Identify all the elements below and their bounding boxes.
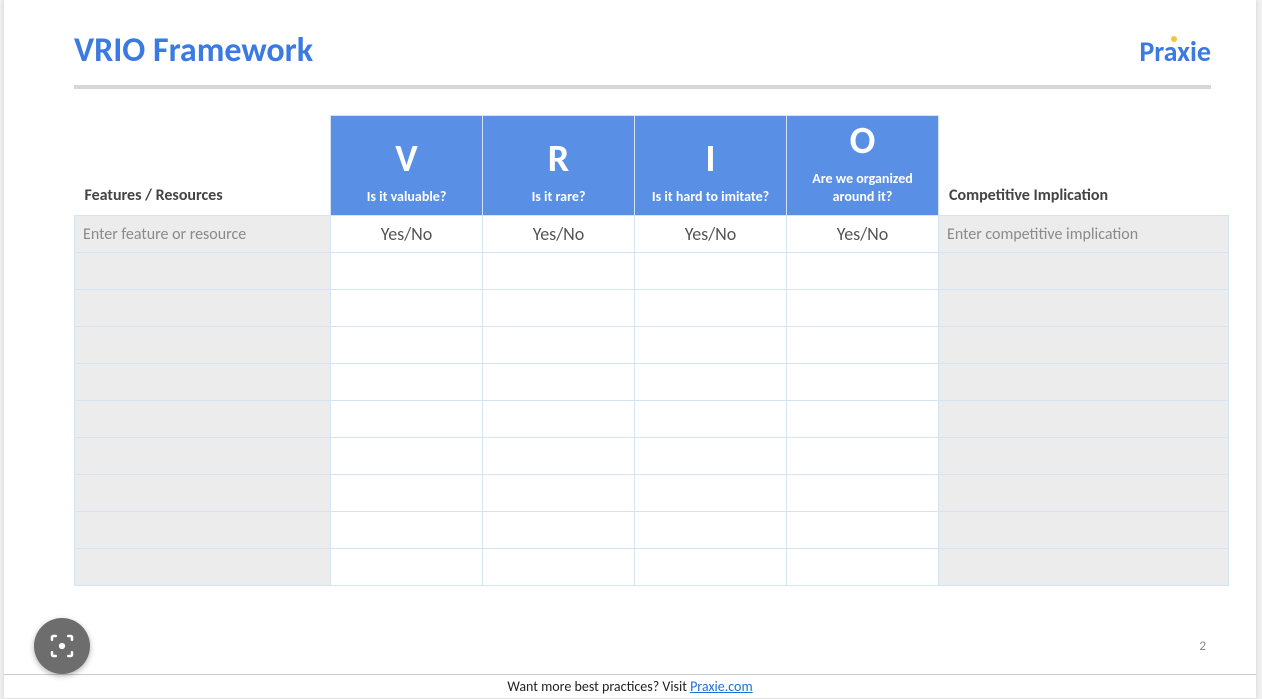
implication-input[interactable] [939, 401, 1229, 438]
i-input[interactable] [635, 549, 787, 586]
o-input[interactable] [787, 401, 939, 438]
brand-dot-icon [1171, 36, 1177, 42]
o-input[interactable] [787, 438, 939, 475]
implication-input[interactable] [939, 475, 1229, 512]
o-question: Are we organized around it? [797, 170, 928, 205]
header-implication: Competitive Implication [939, 116, 1229, 216]
r-input[interactable] [483, 438, 635, 475]
footer-bar: Want more best practices? Visit Praxie.c… [4, 674, 1256, 698]
header-i: I Is it hard to imitate? [635, 116, 787, 216]
title-divider [74, 85, 1211, 89]
r-input[interactable] [483, 253, 635, 290]
o-input[interactable] [787, 253, 939, 290]
o-input[interactable]: Yes/No [787, 216, 939, 253]
feature-input[interactable] [75, 253, 331, 290]
o-input[interactable] [787, 549, 939, 586]
table-row [75, 401, 1229, 438]
table-row [75, 327, 1229, 364]
implication-input[interactable] [939, 512, 1229, 549]
i-input[interactable] [635, 401, 787, 438]
o-input[interactable] [787, 364, 939, 401]
feature-input[interactable] [75, 327, 331, 364]
implication-input[interactable] [939, 253, 1229, 290]
r-letter: R [493, 140, 624, 178]
table-row [75, 290, 1229, 327]
v-input[interactable]: Yes/No [331, 216, 483, 253]
feature-input[interactable] [75, 438, 331, 475]
i-input[interactable] [635, 364, 787, 401]
r-input[interactable] [483, 549, 635, 586]
footer-text: Want more best practices? Visit [507, 678, 690, 695]
feature-input[interactable] [75, 401, 331, 438]
table-row [75, 549, 1229, 586]
v-input[interactable] [331, 475, 483, 512]
table-row [75, 475, 1229, 512]
r-question: Is it rare? [493, 188, 624, 206]
v-input[interactable] [331, 253, 483, 290]
vrio-table: Features / Resources V Is it valuable? R… [74, 115, 1229, 586]
i-question: Is it hard to imitate? [645, 188, 776, 206]
feature-input[interactable] [75, 549, 331, 586]
implication-input[interactable] [939, 364, 1229, 401]
r-input[interactable] [483, 364, 635, 401]
page-title: VRIO Framework [74, 30, 313, 71]
header-r: R Is it rare? [483, 116, 635, 216]
table-row [75, 253, 1229, 290]
o-letter: O [797, 122, 928, 160]
page-number: 2 [1199, 639, 1206, 654]
o-input[interactable] [787, 327, 939, 364]
r-input[interactable] [483, 512, 635, 549]
implication-input[interactable]: Enter competitive implication [939, 216, 1229, 253]
feature-input[interactable] [75, 290, 331, 327]
implication-input[interactable] [939, 290, 1229, 327]
i-input[interactable] [635, 253, 787, 290]
header-row: VRIO Framework Praxie [74, 30, 1211, 71]
v-input[interactable] [331, 438, 483, 475]
v-input[interactable] [331, 401, 483, 438]
i-letter: I [645, 140, 776, 178]
table-row [75, 512, 1229, 549]
table-body: Enter feature or resource Yes/No Yes/No … [75, 216, 1229, 586]
header-v: V Is it valuable? [331, 116, 483, 216]
i-input[interactable] [635, 512, 787, 549]
i-input[interactable] [635, 475, 787, 512]
implication-input[interactable] [939, 549, 1229, 586]
v-letter: V [341, 140, 472, 178]
r-input[interactable] [483, 475, 635, 512]
r-input[interactable]: Yes/No [483, 216, 635, 253]
lens-button[interactable] [34, 618, 90, 674]
header-features: Features / Resources [75, 116, 331, 216]
r-input[interactable] [483, 401, 635, 438]
r-input[interactable] [483, 290, 635, 327]
implication-input[interactable] [939, 438, 1229, 475]
v-input[interactable] [331, 512, 483, 549]
table-row [75, 438, 1229, 475]
table-row [75, 364, 1229, 401]
implication-input[interactable] [939, 327, 1229, 364]
o-input[interactable] [787, 290, 939, 327]
o-input[interactable] [787, 475, 939, 512]
i-input[interactable] [635, 290, 787, 327]
i-input[interactable] [635, 327, 787, 364]
feature-input[interactable] [75, 364, 331, 401]
v-input[interactable] [331, 364, 483, 401]
footer-link[interactable]: Praxie.com [690, 678, 753, 695]
slide-page: VRIO Framework Praxie Features / Resourc… [4, 0, 1256, 698]
v-input[interactable] [331, 327, 483, 364]
feature-input[interactable]: Enter feature or resource [75, 216, 331, 253]
feature-input[interactable] [75, 512, 331, 549]
table-header-row: Features / Resources V Is it valuable? R… [75, 116, 1229, 216]
feature-input[interactable] [75, 475, 331, 512]
v-input[interactable] [331, 290, 483, 327]
i-input[interactable] [635, 438, 787, 475]
i-input[interactable]: Yes/No [635, 216, 787, 253]
r-input[interactable] [483, 327, 635, 364]
table-row: Enter feature or resource Yes/No Yes/No … [75, 216, 1229, 253]
v-question: Is it valuable? [341, 188, 472, 206]
lens-icon [47, 631, 77, 661]
brand-logo: Praxie [1139, 34, 1211, 69]
header-o: O Are we organized around it? [787, 116, 939, 216]
v-input[interactable] [331, 549, 483, 586]
o-input[interactable] [787, 512, 939, 549]
